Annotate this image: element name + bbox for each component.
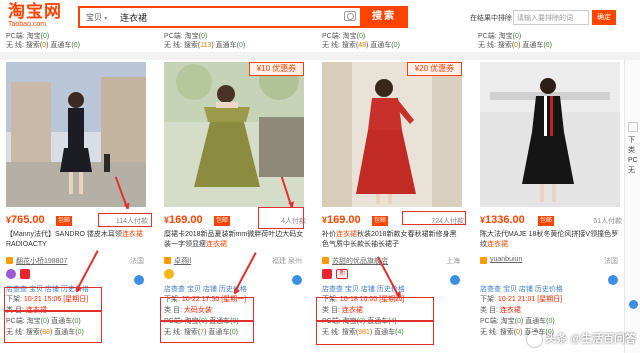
annotation-box-paid xyxy=(258,207,304,229)
product-title[interactable]: 补价连衣裙秋装2018新款女春秋裙新修身黑色气质中长款长袖长裙子 xyxy=(322,230,462,250)
top-bar: 淘宝网 Taobao.com 宝贝 ▾ 连衣裙 搜索 在结果中排除 请输入要排除… xyxy=(0,0,640,30)
prev-row-stats: PC端: 淘宝(0) 无 线: 搜索(48) 直通车(0) xyxy=(322,33,400,49)
shop-name[interactable]: 翻花小桥198807 xyxy=(16,256,67,266)
annotation-box-paid xyxy=(98,213,152,227)
badges xyxy=(164,269,304,281)
gold-seller-badge-icon xyxy=(164,269,174,279)
product-card[interactable]: ¥1336.00 包邮 51人付款 陈大法代MAJE 18秋冬黄伦风拼接V领撞色… xyxy=(474,62,624,353)
camera-icon[interactable] xyxy=(344,11,356,21)
annotation-box-traffic xyxy=(160,321,254,343)
annotation-box-traffic xyxy=(4,311,102,343)
tool-links[interactable]: 店查查 宝贝 店铺 历史价格 xyxy=(480,284,624,293)
shop-name[interactable]: yuanbuiun xyxy=(490,256,522,263)
wangwang-icon[interactable] xyxy=(629,300,638,309)
location: 法国 xyxy=(604,258,618,265)
shop-row: yuanbuiun 法国 xyxy=(480,256,620,266)
shop-row: 翻花小桥198807 法国 xyxy=(6,256,146,266)
annotation-box-paid xyxy=(402,211,466,225)
tmall-badge-icon xyxy=(322,269,332,279)
row-separator xyxy=(0,52,640,60)
shop-row: 苏甜的优品旗舰店 上海 xyxy=(322,256,462,266)
price: ¥169.00 xyxy=(164,214,203,226)
product-photo xyxy=(6,62,146,207)
coupon-badge[interactable]: ¥10 优惠券 xyxy=(249,62,304,76)
exclude-input[interactable]: 请输入要排除的词 xyxy=(513,10,589,25)
watermark: 头条 @生活百问答 xyxy=(527,330,636,347)
product-title[interactable]: 糜裙卡2018新品夏装新mm微胖荷叶边大码女装一字领显瘦连衣裙 xyxy=(164,230,304,250)
product-photo xyxy=(480,62,620,207)
exclude-label: 在结果中排除 xyxy=(470,15,512,22)
paid-count: 51人付款 xyxy=(593,218,622,225)
logo-en: Taobao.com xyxy=(8,21,47,28)
taobao-logo[interactable]: 淘宝网 Taobao.com xyxy=(8,4,74,30)
seller-badge-icon xyxy=(6,269,16,279)
new-badge: 新 xyxy=(336,269,349,279)
free-shipping-badge: 包邮 xyxy=(372,216,389,226)
exclude-confirm-button[interactable]: 确定 xyxy=(592,10,616,25)
badges: 新 xyxy=(322,269,462,281)
free-shipping-badge: 包邮 xyxy=(56,216,73,226)
badges xyxy=(6,269,146,281)
badges xyxy=(480,269,620,281)
partial-info: 下 类 PC 无 xyxy=(628,137,638,174)
annotation-box-delist xyxy=(160,297,254,321)
price: ¥765.00 xyxy=(6,214,45,226)
product-image[interactable]: ¥20 优惠券 xyxy=(322,62,462,207)
checkbox-icon[interactable] xyxy=(628,122,638,132)
prev-row-stats: PC端: 淘宝(0) 无 线: 搜索(113) 直通车(0) xyxy=(164,33,246,49)
prev-row-stats: PC端: 淘宝(0) 无 线: 搜索(0) 直通车(0) xyxy=(6,33,80,49)
location: 法国 xyxy=(130,258,144,265)
logo-cn: 淘宝网 xyxy=(8,2,62,22)
search-box: 宝贝 ▾ 连衣裙 搜索 xyxy=(78,6,408,28)
annotation-box-traffic xyxy=(316,321,434,345)
annotation-box-delist xyxy=(316,297,434,321)
shop-icon xyxy=(6,257,13,264)
annotation-box-delist xyxy=(4,287,102,311)
free-shipping-badge: 包邮 xyxy=(538,216,555,226)
shop-icon xyxy=(322,257,329,264)
coupon-badge[interactable]: ¥20 优惠券 xyxy=(407,62,462,76)
search-input[interactable]: 连衣裙 xyxy=(120,11,147,24)
shop-icon xyxy=(480,257,487,264)
price: ¥169.00 xyxy=(322,214,361,226)
price-row: ¥1336.00 包邮 51人付款 xyxy=(480,214,624,228)
chevron-down-icon: ▾ xyxy=(104,16,108,22)
free-shipping-badge: 包邮 xyxy=(214,216,231,226)
location: 上海 xyxy=(446,258,460,265)
tmall-badge-icon xyxy=(20,269,31,279)
prev-row-stats: PC端: 淘宝(0) 无 线: 搜索(0) 直通车(0) xyxy=(478,33,552,49)
partial-next-column: 下 类 PC 无 xyxy=(624,60,640,353)
toutiao-logo-icon xyxy=(527,332,543,347)
shop-name[interactable]: 卓燕ll xyxy=(174,256,191,266)
price: ¥1336.00 xyxy=(480,214,525,226)
product-image[interactable] xyxy=(480,62,620,207)
location: 福建 泉州 xyxy=(272,258,302,265)
product-title[interactable]: 【Manny法代】SANDRO 镂皮木耳领连衣裙RADIOACTY xyxy=(6,230,146,250)
product-image[interactable] xyxy=(6,62,146,207)
product-photo xyxy=(322,62,462,207)
product-title[interactable]: 陈大法代MAJE 18秋冬黄伦风拼接V领撞色罗纹连衣裙 xyxy=(480,230,620,250)
shop-row: 卓燕ll 福建 泉州 xyxy=(164,256,304,266)
shop-icon xyxy=(164,257,171,264)
search-scope-select[interactable]: 宝贝 ▾ xyxy=(86,12,107,23)
search-button[interactable]: 搜索 xyxy=(360,6,408,28)
